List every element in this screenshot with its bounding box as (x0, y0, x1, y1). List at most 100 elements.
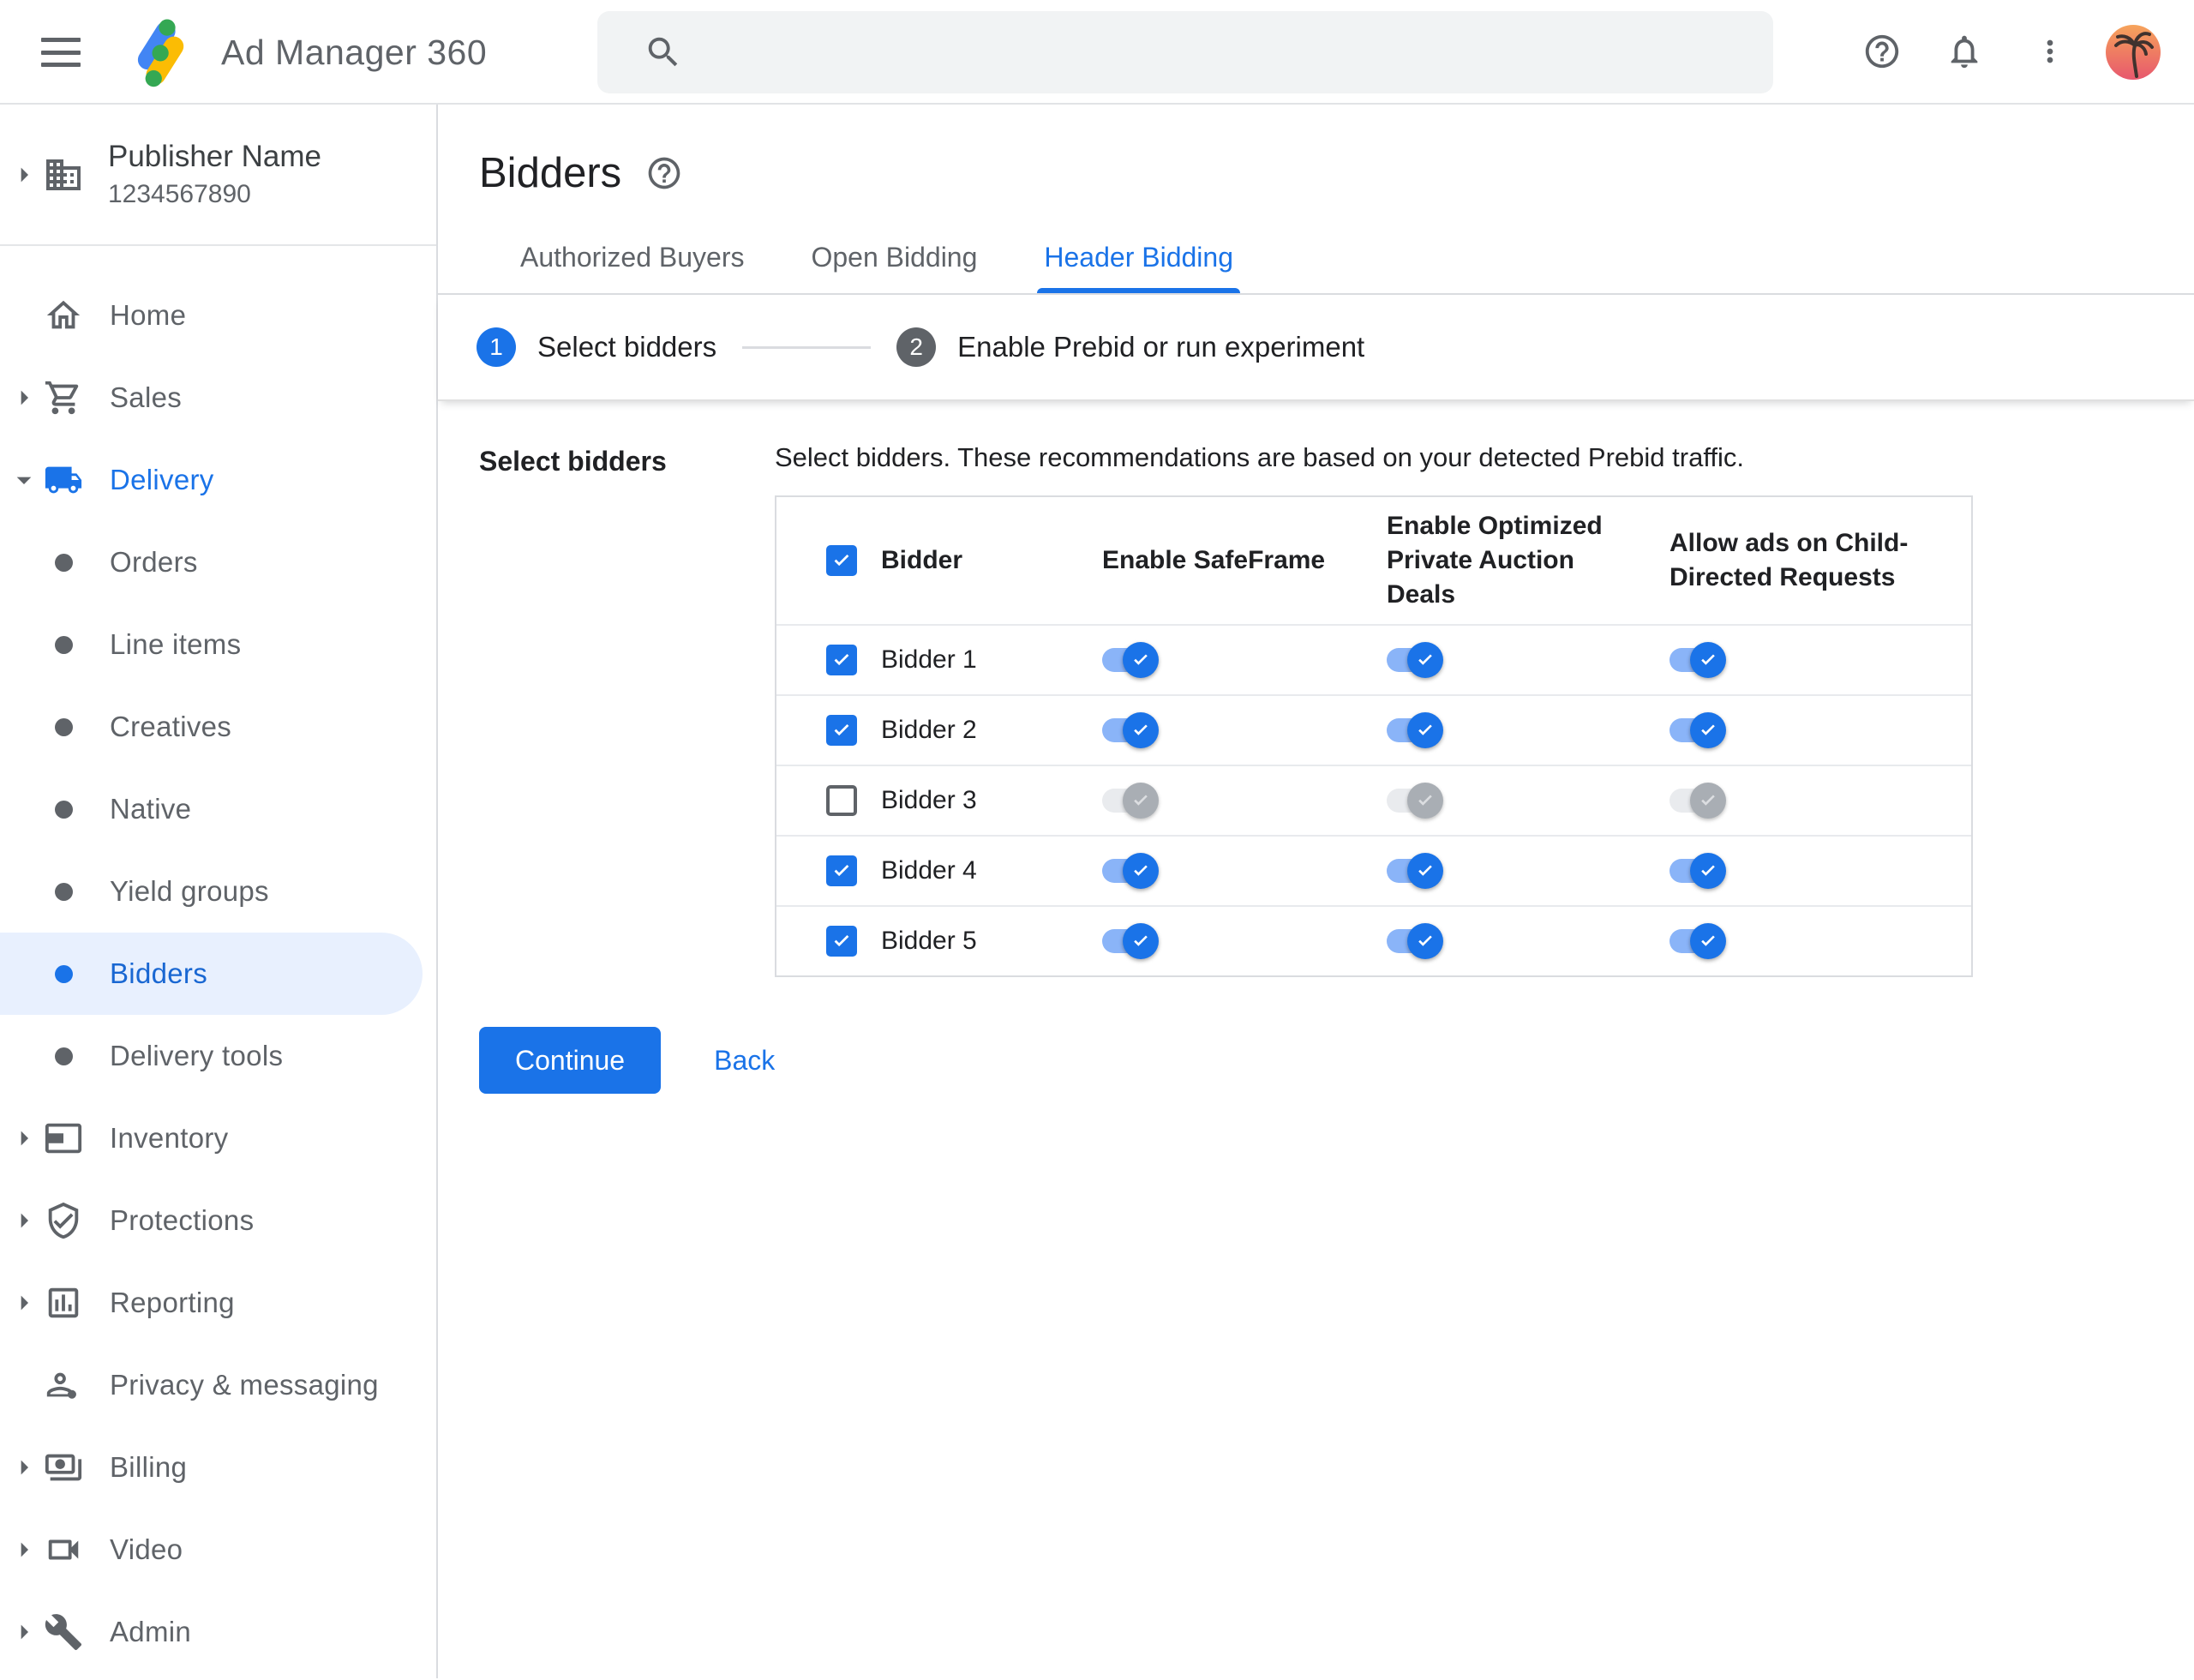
column-header-safeframe: Enable SafeFrame (1102, 546, 1326, 574)
app-title: Ad Manager 360 (221, 32, 488, 72)
search-input[interactable] (707, 34, 1773, 70)
sidebar-item-line-items[interactable]: Line items (0, 603, 436, 686)
caret-right-icon (7, 1531, 41, 1569)
sidebar-item-yield-groups[interactable]: Yield groups (0, 850, 436, 933)
tab-header-bidding[interactable]: Header Bidding (1037, 242, 1240, 293)
toggle-optimized-deals[interactable] (1387, 782, 1443, 819)
sidebar-item-home[interactable]: Home (0, 274, 436, 357)
toggle-optimized-deals[interactable] (1387, 641, 1443, 679)
row-checkbox[interactable] (826, 785, 857, 816)
toggle-safeframe[interactable] (1102, 641, 1159, 679)
section-label: Select bidders (479, 446, 667, 477)
row-checkbox[interactable] (826, 926, 857, 957)
search-bar[interactable] (597, 11, 1773, 93)
sidebar-item-reporting[interactable]: Reporting (0, 1262, 436, 1344)
sidebar-nav: Home Sales Delivery Orders Line items Creativ… (0, 246, 436, 1673)
main-content: Bidders Authorized Buyers Open Bidding Hea… (438, 105, 2194, 1678)
step-select-bidders: 1 Select bidders (477, 327, 716, 367)
bullet-icon (41, 882, 86, 901)
cart-icon (41, 378, 86, 417)
tab-bar: Authorized Buyers Open Bidding Header Bidd… (513, 242, 2194, 293)
table-row: Bidder 1 (776, 624, 1971, 694)
toggle-safeframe[interactable] (1102, 782, 1159, 819)
sidebar-item-orders[interactable]: Orders (0, 521, 436, 603)
sidebar-item-delivery-tools[interactable]: Delivery tools (0, 1015, 436, 1097)
account-avatar[interactable] (2106, 25, 2161, 80)
home-icon (41, 296, 86, 335)
bullet-icon (41, 553, 86, 572)
toggle-child-directed[interactable] (1669, 711, 1726, 749)
table-row: Bidder 5 (776, 905, 1971, 975)
stepper: 1 Select bidders 2 Enable Prebid or run exp… (438, 295, 2194, 401)
toggle-optimized-deals[interactable] (1387, 711, 1443, 749)
tab-open-bidding[interactable]: Open Bidding (804, 242, 984, 293)
money-icon (41, 1448, 86, 1487)
tab-authorized-buyers[interactable]: Authorized Buyers (513, 242, 751, 293)
content-area: Select bidders Select bidders. These rec… (438, 401, 2194, 1678)
step-enable-prebid-or-run-experiment: 2 Enable Prebid or run experiment (896, 327, 1364, 367)
actions-row: Continue Back (479, 1027, 2194, 1094)
table-header-row: Bidder Enable SafeFrame Enable Optimized… (776, 497, 1971, 624)
bullet-icon (41, 800, 86, 819)
bullet-icon (41, 1047, 86, 1065)
top-app-bar: Ad Manager 360 (0, 0, 2194, 105)
page-title: Bidders (479, 150, 622, 196)
toggle-child-directed[interactable] (1669, 922, 1726, 960)
toggle-child-directed[interactable] (1669, 852, 1726, 890)
section-description: Select bidders. These recommendations ar… (775, 442, 1745, 472)
person-icon (41, 1365, 86, 1405)
toggle-safeframe[interactable] (1102, 922, 1159, 960)
wrench-icon (41, 1612, 86, 1652)
caret-right-icon (7, 1119, 41, 1157)
continue-button[interactable]: Continue (479, 1027, 662, 1094)
truck-icon (41, 460, 86, 500)
toggle-optimized-deals[interactable] (1387, 922, 1443, 960)
toggle-safeframe[interactable] (1102, 852, 1159, 890)
page-header: Bidders Authorized Buyers Open Bidding Hea… (438, 105, 2194, 295)
sidebar-item-delivery[interactable]: Delivery (0, 439, 436, 521)
sidebar-item-creatives[interactable]: Creatives (0, 686, 436, 768)
sidebar-item-bidders[interactable]: Bidders (0, 933, 423, 1015)
sidebar-item-sales[interactable]: Sales (0, 357, 436, 439)
bullet-icon (41, 717, 86, 736)
shield-icon (41, 1201, 86, 1240)
step-number: 2 (896, 327, 937, 367)
help-icon[interactable] (1861, 31, 1903, 72)
publisher-id: 1234567890 (108, 180, 251, 208)
video-icon (41, 1530, 86, 1569)
row-checkbox[interactable] (826, 645, 857, 675)
row-checkbox[interactable] (826, 855, 857, 886)
ad-manager-app: Ad Manager 360 Publisher Name 1234567890… (0, 0, 2194, 1680)
toggle-safeframe[interactable] (1102, 711, 1159, 749)
menu-icon[interactable] (41, 38, 81, 67)
caret-right-icon (7, 1202, 41, 1239)
building-icon (41, 154, 86, 195)
sidebar-item-privacy-messaging[interactable]: Privacy & messaging (0, 1344, 436, 1426)
toggle-child-directed[interactable] (1669, 782, 1726, 819)
toggle-child-directed[interactable] (1669, 641, 1726, 679)
chart-icon (41, 1283, 86, 1323)
sidebar-item-admin[interactable]: Admin (0, 1591, 436, 1673)
sidebar-item-native[interactable]: Native (0, 768, 436, 850)
page-help-icon[interactable] (645, 154, 683, 192)
stepper-connector (742, 345, 872, 349)
adunit-icon (41, 1119, 86, 1158)
bullet-icon (41, 964, 86, 983)
notifications-icon[interactable] (1944, 31, 1985, 72)
row-checkbox[interactable] (826, 715, 857, 746)
bullet-icon (41, 635, 86, 654)
sidebar: Publisher Name 1234567890 Home Sales Deliv… (0, 105, 438, 1678)
sidebar-item-inventory[interactable]: Inventory (0, 1097, 436, 1179)
table-row: Bidder 2 (776, 694, 1971, 765)
sidebar-item-billing[interactable]: Billing (0, 1426, 436, 1509)
caret-down-icon (7, 461, 41, 499)
caret-right-icon (7, 379, 41, 417)
publisher-selector[interactable]: Publisher Name 1234567890 (0, 105, 436, 244)
back-button[interactable]: Back (709, 1044, 780, 1077)
toggle-optimized-deals[interactable] (1387, 852, 1443, 890)
select-all-checkbox[interactable] (826, 545, 857, 576)
sidebar-item-protections[interactable]: Protections (0, 1179, 436, 1262)
more-options-icon[interactable] (2033, 31, 2067, 72)
sidebar-item-video[interactable]: Video (0, 1509, 436, 1591)
step-number: 1 (477, 327, 516, 367)
